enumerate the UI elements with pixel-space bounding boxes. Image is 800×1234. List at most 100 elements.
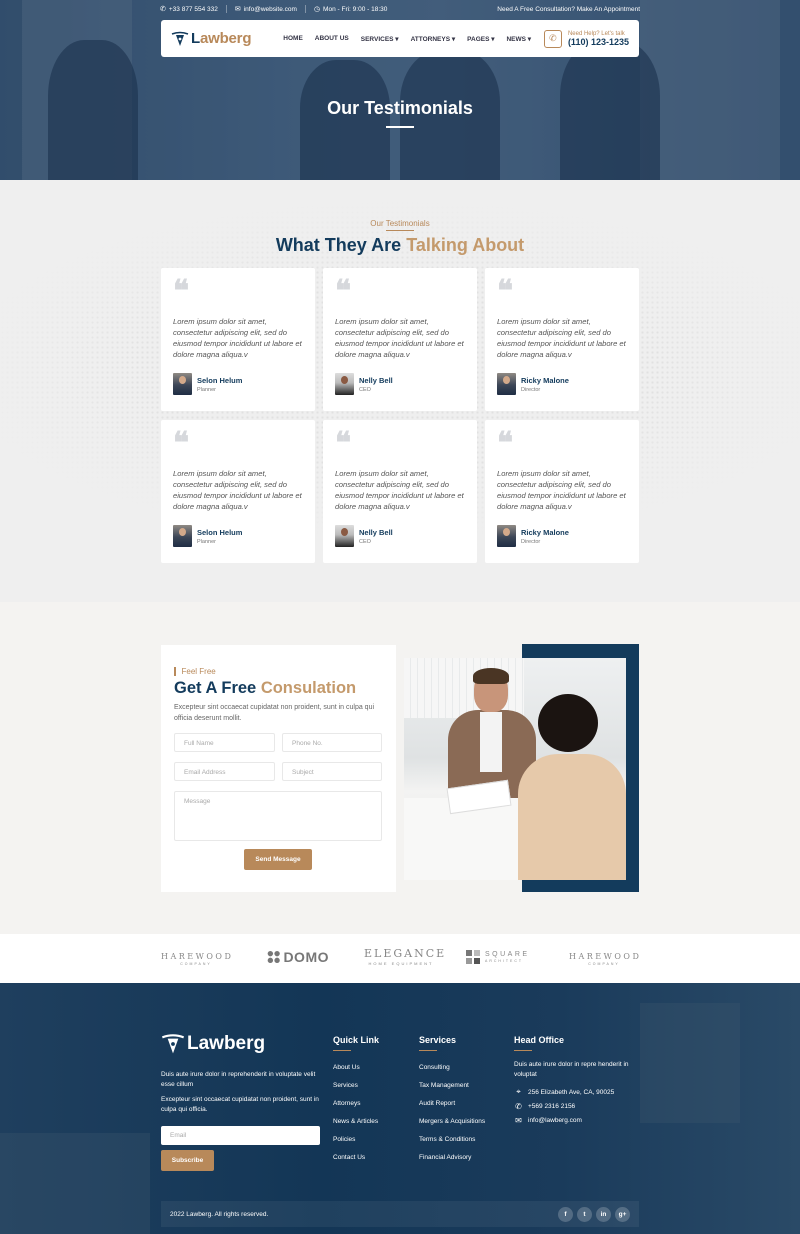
service-link[interactable]: Consulting — [419, 1064, 485, 1082]
twitter-icon[interactable]: t — [577, 1206, 592, 1222]
footer-link-contact[interactable]: Contact Us — [333, 1154, 379, 1172]
phone-icon: ✆ — [515, 1101, 522, 1111]
pen-nib-logo-icon — [171, 31, 189, 46]
logo-letter: L — [191, 30, 200, 47]
quote-icon: ❝ — [497, 426, 513, 461]
office-email[interactable]: ✉ info@lawberg.com — [514, 1116, 639, 1125]
avatar — [335, 373, 354, 395]
testimonial-card: ❝ Lorem ipsum dolor sit amet, consectetu… — [161, 268, 315, 411]
subscribe-button[interactable]: Subscribe — [161, 1150, 214, 1171]
author-role: Director — [521, 386, 541, 393]
testimonial-card: ❝ Lorem ipsum dolor sit amet, consectetu… — [485, 268, 639, 411]
services-column: Services Consulting Tax Management Audit… — [419, 1035, 485, 1172]
brand-logo: HAREWOOD COMPANY — [569, 952, 639, 966]
help-contact[interactable]: ✆ Need Help? Let's talk (110) 123-1235 — [543, 29, 629, 48]
hero-banner: ✆ +33 877 554 332 ✉ info@website.com ◷ Mon … — [0, 0, 800, 180]
title-underline — [386, 126, 414, 128]
brand-name: SQUARE — [485, 951, 530, 958]
topbar-phone[interactable]: ✆ +33 877 554 332 — [160, 5, 227, 13]
pen-nib-logo-icon — [161, 1034, 185, 1054]
nav-menu: HOME ABOUT US SERVICES ▾ ATTORNEYS ▾ PAG… — [283, 35, 531, 43]
footer-link-about[interactable]: About Us — [333, 1064, 379, 1082]
brand-logo: DOMO — [267, 949, 329, 965]
avatar — [497, 525, 516, 547]
avatar — [173, 525, 192, 547]
testimonials-section: Our Testimonials What They Are Talking A… — [0, 180, 800, 602]
quote-icon: ❝ — [335, 426, 351, 461]
head-office-column: Head Office Duis aute irure dolor in rep… — [514, 1035, 639, 1125]
author-name: Selon Helum — [197, 527, 243, 537]
brand-sub: COMPANY — [180, 962, 212, 966]
nav-news[interactable]: NEWS ▾ — [506, 35, 531, 43]
nav-services[interactable]: SERVICES ▾ — [361, 35, 399, 43]
nav-pages[interactable]: PAGES ▾ — [467, 35, 494, 43]
send-message-button[interactable]: Send Message — [244, 849, 312, 870]
nav-home[interactable]: HOME — [283, 35, 303, 43]
testimonial-text: Lorem ipsum dolor sit amet, consectetur … — [335, 469, 464, 511]
message-textarea[interactable]: Message — [174, 791, 382, 841]
footer-link-services[interactable]: Services — [333, 1082, 379, 1100]
nav-about[interactable]: ABOUT US — [315, 35, 349, 43]
appointment-link[interactable]: Need A Free Consultation? Make An Appoin… — [497, 6, 640, 13]
services-heading: Services — [419, 1035, 457, 1045]
footer-about-1: Duis aute irure dolor in reprehenderit i… — [161, 1071, 316, 1088]
heading-underline — [333, 1050, 351, 1051]
author-name: Nelly Bell — [359, 527, 393, 537]
nav-attorneys[interactable]: ATTORNEYS ▾ — [411, 35, 456, 43]
phone-icon: ✆ — [160, 6, 166, 13]
email-input[interactable]: Email Address — [174, 762, 275, 781]
service-link[interactable]: Tax Management — [419, 1082, 485, 1100]
facebook-icon[interactable]: f — [558, 1206, 573, 1222]
footer-logo-text: Lawberg — [187, 1033, 266, 1054]
service-link[interactable]: Mergers & Acquisitions — [419, 1118, 485, 1136]
footer-bottom-bar: 2022 Lawberg. All rights reserved. f t i… — [161, 1201, 639, 1227]
heading-underline — [419, 1050, 437, 1051]
testimonial-text: Lorem ipsum dolor sit amet, consectetur … — [497, 317, 626, 359]
woman-body — [518, 754, 626, 880]
linkedin-icon[interactable]: in — [596, 1206, 611, 1222]
subject-input[interactable]: Subject — [282, 762, 382, 781]
author-name: Ricky Malone — [521, 527, 569, 537]
google-plus-icon[interactable]: g+ — [615, 1206, 630, 1222]
location-pin-icon: ⌖ — [516, 1087, 521, 1096]
brand-sub: HOME EQUIPMENT — [368, 961, 434, 966]
bg-shape — [640, 1003, 740, 1123]
author-name: Nelly Bell — [359, 375, 393, 385]
full-name-input[interactable]: Full Name — [174, 733, 275, 752]
site-footer: Lawberg Duis aute irure dolor in reprehe… — [0, 983, 800, 1234]
brand-name: HAREWOOD — [161, 952, 234, 961]
service-link[interactable]: Financial Advisory — [419, 1154, 485, 1172]
brand-logo: ELEGANCE HOME EQUIPMENT — [364, 947, 444, 966]
logo[interactable]: Lawberg — [171, 30, 251, 47]
author-role: Planner — [197, 386, 216, 393]
author-role: CEO — [359, 386, 371, 393]
topbar-email[interactable]: ✉ info@website.com — [235, 5, 306, 13]
footer-logo[interactable]: Lawberg — [161, 1033, 265, 1055]
office-phone[interactable]: ✆ +569 2316 2156 — [514, 1101, 639, 1111]
main-navbar: Lawberg HOME ABOUT US SERVICES ▾ ATTORNE… — [161, 20, 639, 57]
phone-input[interactable]: Phone No. — [282, 733, 382, 752]
author-role: CEO — [359, 538, 371, 545]
testimonial-text: Lorem ipsum dolor sit amet, consectetur … — [173, 317, 302, 359]
topbar-hours: ◷ Mon - Fri: 9:00 - 18:30 — [314, 5, 395, 14]
section-title: What They Are Talking About — [0, 235, 800, 256]
brand-logos: HAREWOOD COMPANY DOMO ELEGANCE HOME EQUI… — [0, 934, 800, 983]
brand-logo: SQUARE ARCHITECT — [466, 950, 542, 964]
service-link[interactable]: Terms & Conditions — [419, 1136, 485, 1154]
testimonial-card: ❝ Lorem ipsum dolor sit amet, consectetu… — [323, 268, 477, 411]
man-shirt — [480, 712, 502, 772]
footer-link-attorneys[interactable]: Attorneys — [333, 1100, 379, 1118]
help-phone: (110) 123-1235 — [567, 36, 629, 47]
topbar-hours-text: Mon - Fri: 9:00 - 18:30 — [323, 5, 388, 13]
testimonial-card: ❝ Lorem ipsum dolor sit amet, consectetu… — [485, 420, 639, 563]
footer-link-policies[interactable]: Policies — [333, 1136, 379, 1154]
consultation-section: Feel Free Get A Free Consulation Excepte… — [0, 602, 800, 934]
testimonial-text: Lorem ipsum dolor sit amet, consectetur … — [335, 317, 464, 359]
footer-link-news[interactable]: News & Articles — [333, 1118, 379, 1136]
author-role: Director — [521, 538, 541, 545]
newsletter-email-input[interactable]: Email — [161, 1126, 320, 1145]
service-link[interactable]: Audit Report — [419, 1100, 485, 1118]
author-name: Selon Helum — [197, 375, 243, 385]
brand-sub: ARCHITECT — [485, 959, 524, 963]
consultation-photo — [404, 658, 626, 880]
